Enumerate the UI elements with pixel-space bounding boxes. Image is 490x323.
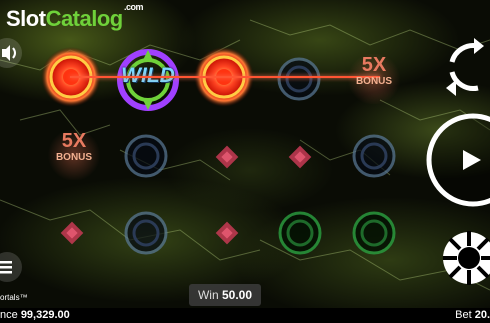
bonus-symbol: 5X BONUS: [46, 130, 102, 180]
win-line: [70, 76, 380, 78]
game-name: ortals™: [0, 293, 28, 302]
pink-diamond-symbol: [215, 221, 239, 245]
bonus-multiplier: 5X: [361, 54, 387, 76]
pink-diamond-symbol: [60, 221, 84, 245]
green-portal-symbol: [278, 211, 322, 255]
status-bar: nce 99,329.00 Bet 20.: [0, 308, 490, 323]
balance-label: nce: [0, 309, 18, 321]
blue-portal-symbol: [277, 57, 321, 101]
site-logo[interactable]: SlotCatalog .com: [6, 2, 144, 32]
sound-icon: [2, 45, 16, 61]
win-amount: 50.00: [221, 288, 253, 302]
bet-amount: 20.: [474, 309, 490, 321]
autoplay-button[interactable]: [440, 32, 490, 98]
win-label: Win: [197, 288, 219, 302]
balance-display: nce 99,329.00: [0, 309, 70, 321]
logo-part-2: Catalog: [45, 6, 124, 31]
bet-settings-button[interactable]: [443, 228, 490, 288]
bonus-label: BONUS: [355, 76, 393, 87]
pink-diamond-symbol: [215, 145, 239, 169]
settings-icon: [443, 231, 490, 285]
balance-amount: 99,329.00: [20, 309, 70, 321]
bet-label: Bet: [455, 309, 472, 321]
bonus-multiplier: 5X: [61, 130, 87, 152]
game-screen: SlotCatalog .com WILD 5X BONUS 5X BONUS: [0, 0, 490, 323]
logo-part-1: Slot: [6, 6, 46, 31]
menu-icon: [0, 261, 12, 274]
pink-diamond-symbol: [288, 145, 312, 169]
sound-button[interactable]: [0, 38, 22, 68]
green-portal-symbol: [352, 211, 396, 255]
bet-display: Bet 20.: [455, 309, 490, 321]
spin-arrows-icon: [446, 38, 484, 96]
menu-button[interactable]: [0, 252, 22, 282]
blue-portal-symbol: [124, 134, 168, 178]
win-display: Win 50.00: [189, 284, 261, 306]
spin-button[interactable]: [425, 112, 490, 208]
blue-portal-symbol: [352, 134, 396, 178]
bonus-label: BONUS: [55, 152, 93, 163]
bonus-symbol: 5X BONUS: [346, 54, 402, 104]
logo-suffix: .com: [124, 2, 144, 12]
blue-portal-symbol: [124, 211, 168, 255]
